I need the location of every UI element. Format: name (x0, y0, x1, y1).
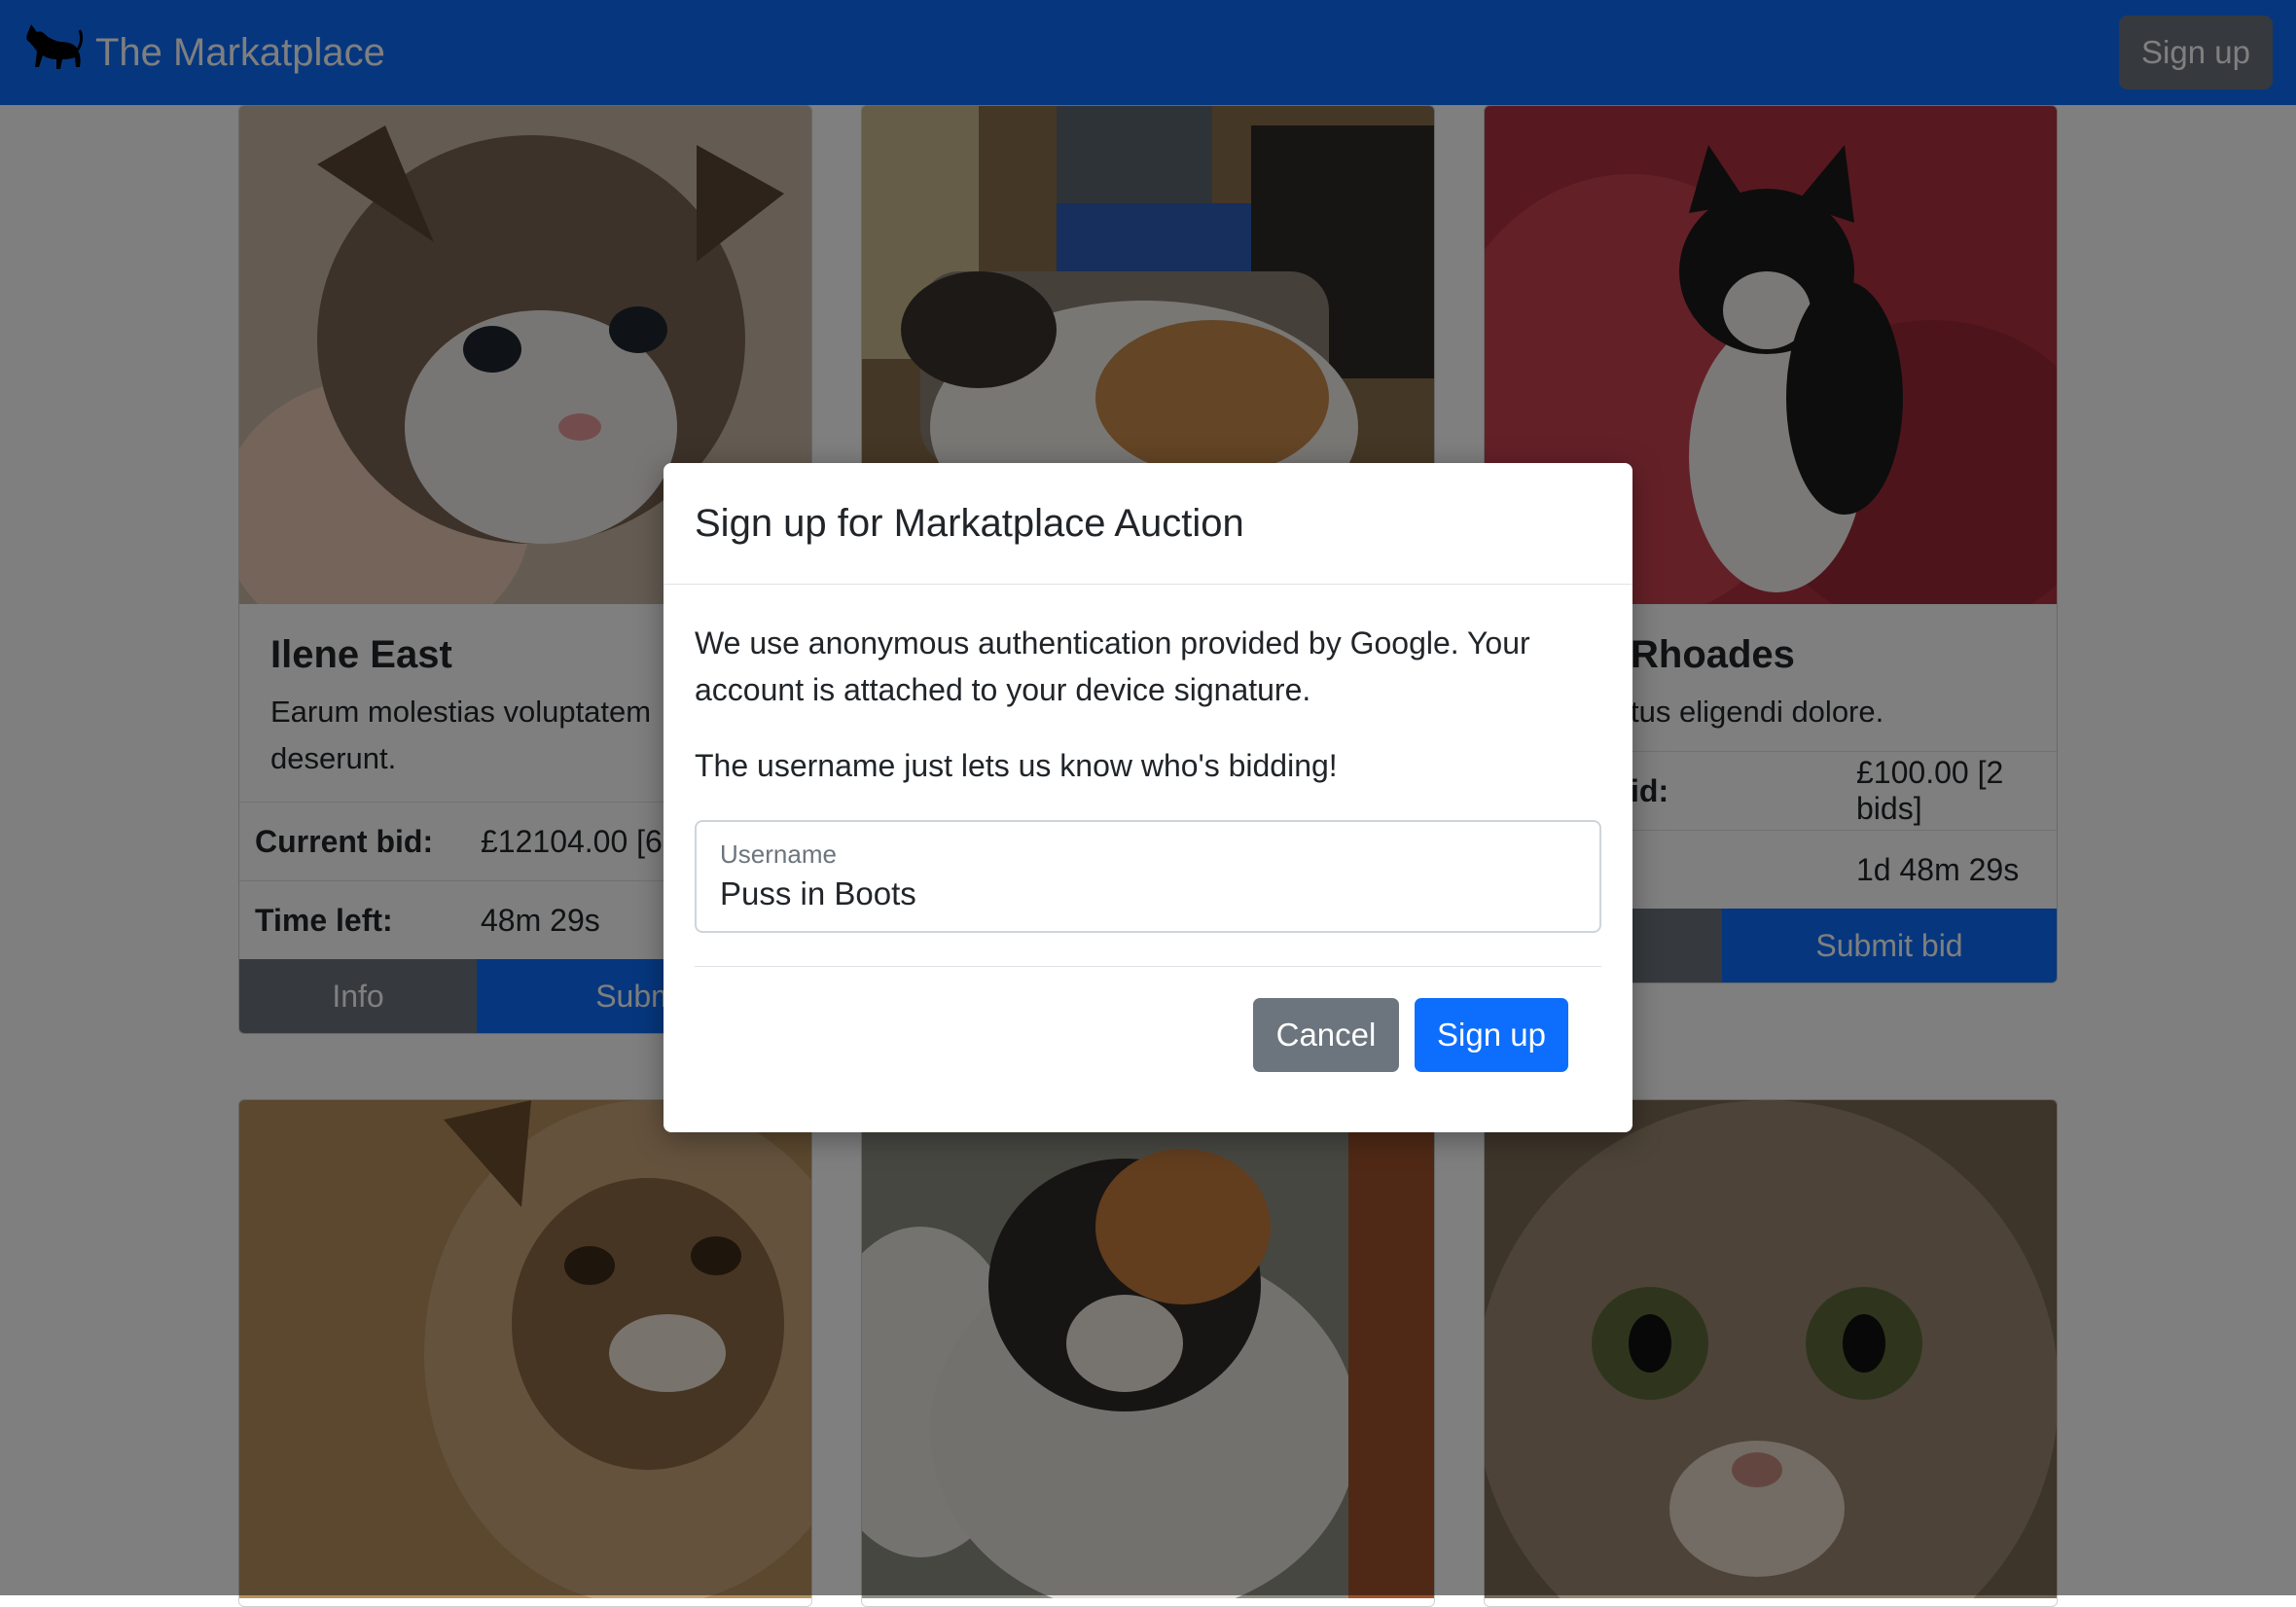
modal-note: The username just lets us know who's bid… (695, 748, 1338, 783)
modal-description: We use anonymous authentication provided… (695, 625, 1530, 707)
modal-title: Sign up for Markatplace Auction (695, 501, 1244, 545)
cancel-button[interactable]: Cancel (1253, 998, 1399, 1072)
modal-footer: Cancel Sign up (695, 966, 1601, 1074)
username-label: Username (720, 839, 837, 869)
username-input[interactable] (720, 873, 1596, 915)
signup-button[interactable]: Sign up (1415, 998, 1568, 1072)
username-field[interactable]: Username (695, 820, 1601, 933)
modal-header: Sign up for Markatplace Auction (664, 463, 1632, 585)
modal-body: We use anonymous authentication provided… (664, 585, 1632, 933)
signup-modal: Sign up for Markatplace Auction We use a… (664, 463, 1632, 1132)
